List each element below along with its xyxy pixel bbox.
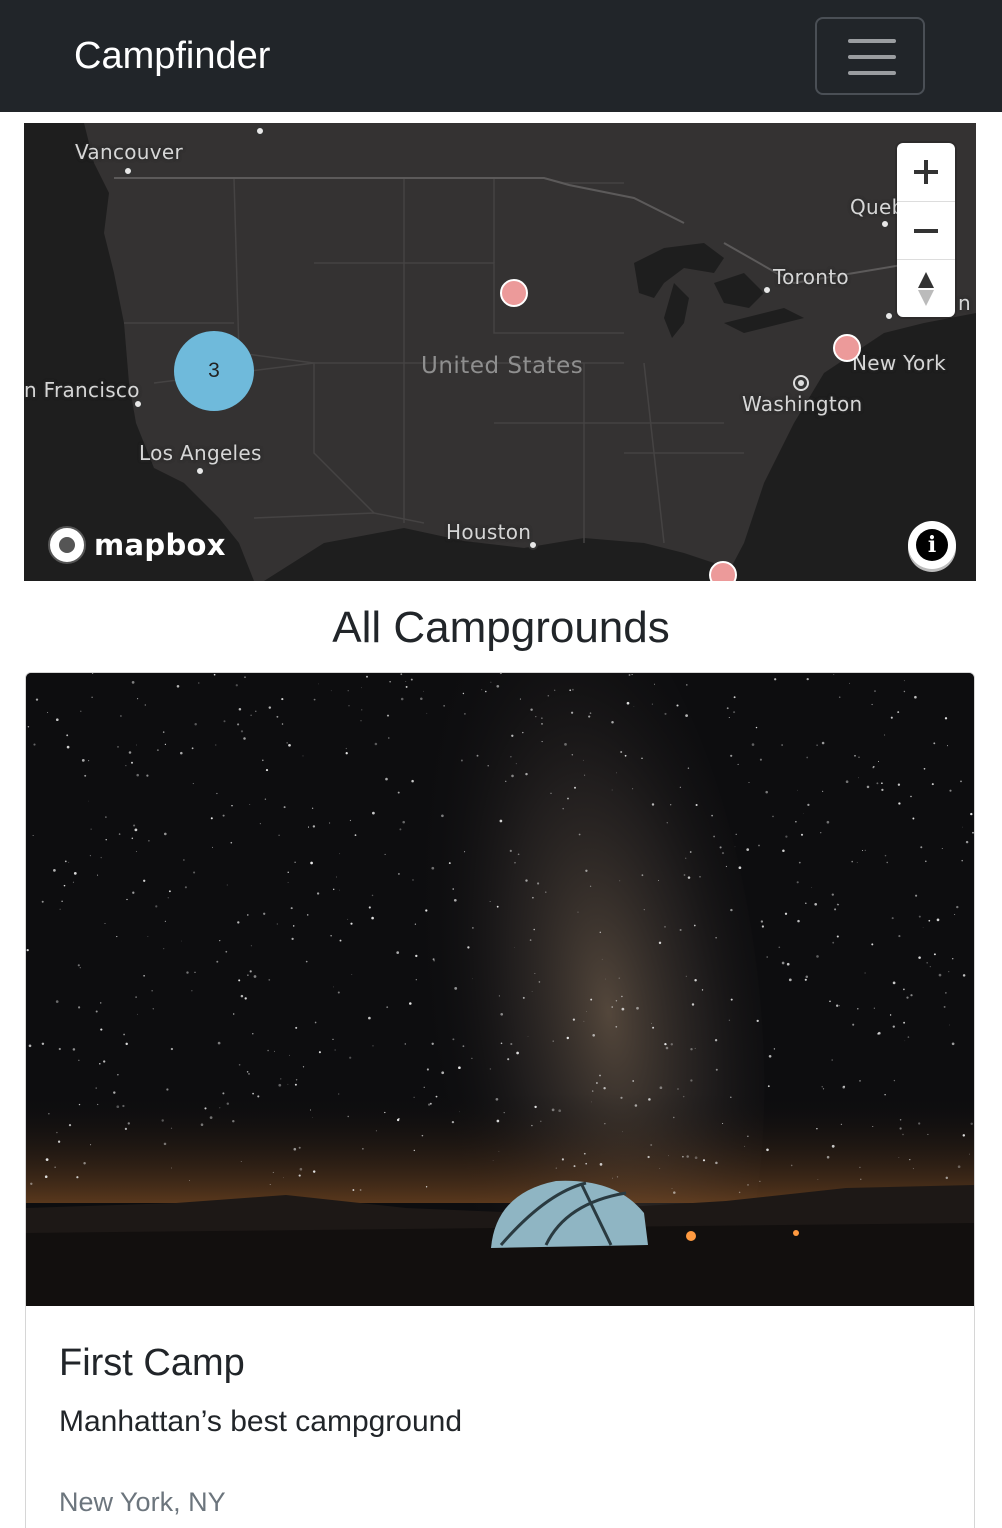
zoom-in-button[interactable] xyxy=(897,143,955,201)
city-dot xyxy=(195,466,205,476)
compass-icon xyxy=(918,272,934,306)
mapbox-logo-icon xyxy=(48,526,86,564)
compass-button[interactable] xyxy=(897,259,955,317)
city-label-washington: Washington xyxy=(742,392,863,416)
city-dot xyxy=(762,285,772,295)
city-label-new-york: New York xyxy=(852,351,946,375)
campground-pin[interactable] xyxy=(709,561,737,581)
campground-card: First Camp Manhattan’s best campground N… xyxy=(25,672,975,1528)
capital-marker xyxy=(793,375,809,391)
map-navigation-control xyxy=(897,143,955,317)
page-title: All Campgrounds xyxy=(332,603,670,652)
card-body: First Camp Manhattan’s best campground N… xyxy=(59,1306,939,1520)
info-icon: i xyxy=(916,529,948,561)
mapbox-logo-text: mapbox xyxy=(94,528,226,562)
campground-description: Manhattan’s best campground xyxy=(59,1405,463,1438)
city-label-vancouver: Vancouver xyxy=(75,140,184,164)
navbar: Campfinder xyxy=(0,0,1002,112)
city-dot xyxy=(884,311,894,321)
attribution-info-button[interactable]: i xyxy=(908,521,956,569)
campground-title: First Camp xyxy=(59,1342,245,1384)
city-label-toronto: Toronto xyxy=(773,265,849,289)
city-dot xyxy=(133,399,143,409)
city-dot xyxy=(255,126,265,136)
city-label-boston-partial: n xyxy=(958,291,971,315)
city-label-houston: Houston xyxy=(446,520,532,544)
city-label-los-angeles: Los Angeles xyxy=(139,441,262,465)
brand-link[interactable]: Campfinder xyxy=(74,33,270,79)
campground-location: New York, NY xyxy=(59,1487,226,1517)
navbar-toggler-button[interactable] xyxy=(815,17,925,95)
city-dot xyxy=(123,166,133,176)
country-label: United States xyxy=(421,353,584,379)
cluster-marker[interactable]: 3 xyxy=(174,331,254,411)
city-dot xyxy=(880,219,890,229)
city-dot xyxy=(528,540,538,550)
mapbox-logo[interactable]: mapbox xyxy=(40,524,226,566)
campground-pin[interactable] xyxy=(500,279,528,307)
zoom-out-button[interactable] xyxy=(897,201,955,259)
campground-pin[interactable] xyxy=(833,334,861,362)
campground-image xyxy=(26,673,974,1306)
cluster-map[interactable]: Vancouver n Francisco Los Angeles Housto… xyxy=(24,123,976,581)
city-label-san-francisco: n Francisco xyxy=(24,378,140,402)
